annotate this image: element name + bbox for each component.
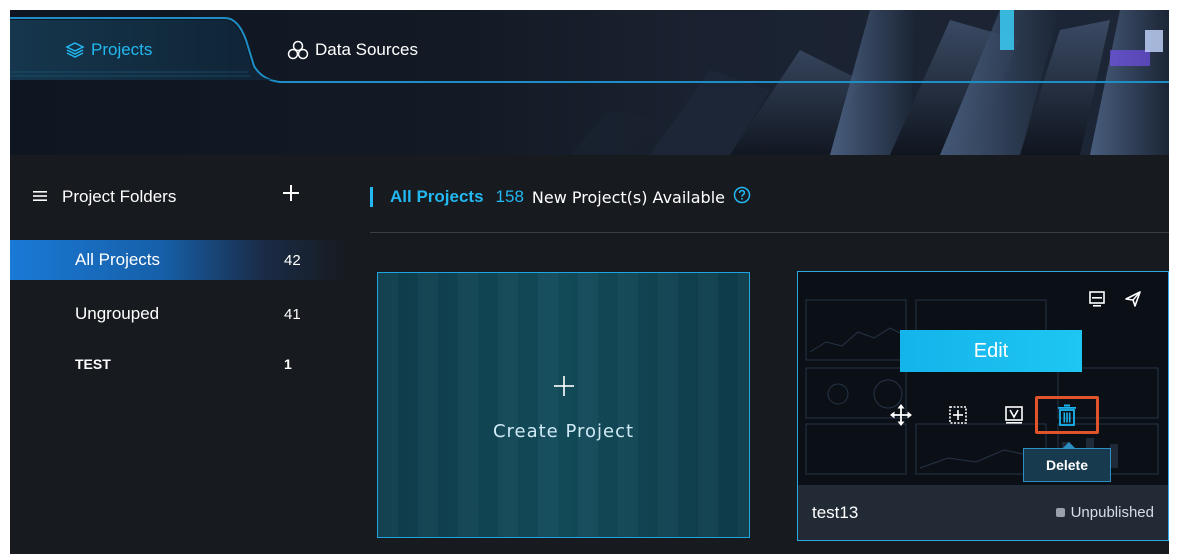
card-background-pattern [378, 273, 749, 537]
add-folder-button[interactable] [278, 182, 304, 208]
project-thumbnail: Edit Delete [798, 272, 1168, 485]
delete-highlight-box [1035, 396, 1099, 434]
project-card-footer: test13 Unpublished [798, 485, 1168, 540]
edit-button[interactable]: Edit [900, 330, 1082, 372]
sidebar-item-count: 42 [284, 251, 301, 269]
projects-header: All Projects 158 New Project(s) Availabl… [370, 182, 751, 212]
header-divider [370, 232, 1169, 233]
app-window: Projects Data Sources Project Folders Al… [10, 10, 1169, 554]
tab-data-sources-label: Data Sources [315, 40, 418, 59]
plus-icon [554, 376, 574, 401]
page-title: All Projects [390, 187, 484, 206]
thumbnail-actions [1088, 290, 1142, 313]
top-tabs: Projects Data Sources [10, 10, 1169, 86]
header-banner: Projects Data Sources [10, 10, 1169, 155]
delete-tooltip: Delete [1023, 442, 1111, 482]
project-folders-sidebar: Project Folders All Projects 42 Ungroupe… [10, 170, 349, 554]
move-icon[interactable] [888, 402, 914, 428]
status-dot-icon [1055, 508, 1065, 517]
create-project-label: Create Project [492, 421, 635, 442]
publish-icon[interactable] [1124, 290, 1142, 313]
tab-projects[interactable]: Projects [65, 28, 152, 72]
project-name: test13 [812, 502, 859, 522]
available-count: 158 [495, 187, 524, 206]
menu-icon [32, 187, 52, 207]
sidebar-item-test[interactable]: TEST 1 [10, 344, 349, 384]
create-project-card[interactable]: Create Project [377, 272, 750, 538]
sidebar-item-label: All Projects [75, 250, 161, 269]
sidebar-item-ungrouped[interactable]: Ungrouped 41 [10, 294, 349, 334]
available-text: New Project(s) Available [531, 187, 725, 207]
preview-icon[interactable] [1088, 290, 1106, 313]
status-label: Unpublished [1070, 504, 1154, 521]
project-toolbar [798, 402, 1168, 432]
plus-icon [282, 184, 300, 207]
header-accent-bar [370, 187, 373, 207]
sidebar-item-count: 1 [284, 356, 292, 372]
sidebar-item-label: Ungrouped [75, 304, 160, 323]
tab-data-sources[interactable]: Data Sources [287, 28, 418, 72]
copy-icon[interactable] [945, 402, 971, 428]
project-status: Unpublished [1055, 504, 1154, 521]
folders-header: Project Folders [32, 182, 312, 212]
help-icon[interactable] [733, 186, 751, 209]
project-card[interactable]: Edit Delete test13 Unpublished [797, 271, 1169, 541]
sidebar-item-count: 41 [284, 305, 301, 323]
sidebar-item-all-projects[interactable]: All Projects 42 [10, 240, 349, 280]
layers-icon [65, 41, 85, 59]
data-sources-icon [287, 40, 309, 60]
template-icon[interactable] [1001, 402, 1027, 428]
folders-header-label: Project Folders [62, 187, 177, 206]
tab-projects-label: Projects [91, 40, 153, 59]
sidebar-item-label: TEST [75, 356, 111, 372]
